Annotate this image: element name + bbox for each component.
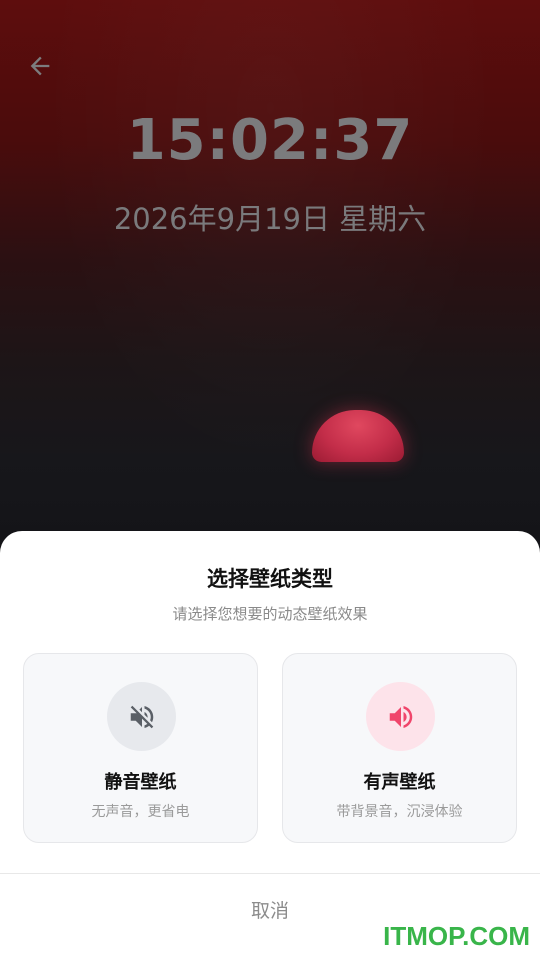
volume-mute-icon [130,705,153,728]
wallpaper-type-dialog: 选择壁纸类型 请选择您想要的动态壁纸效果 静音壁纸 无声音，更省电 有声壁纸 带… [0,531,540,960]
silent-option-label: 静音壁纸 [104,772,177,793]
clock-date: 2026年9月19日 星期六 [113,202,427,236]
clock-time: 15:02:37 [126,108,414,173]
silent-option-description: 无声音，更省电 [91,804,190,820]
sound-icon-badge [366,682,435,751]
silent-wallpaper-option[interactable]: 静音壁纸 无声音，更省电 [23,653,258,843]
back-button[interactable] [20,48,60,84]
dialog-subtitle: 请选择您想要的动态壁纸效果 [172,605,368,623]
sound-wallpaper-option[interactable]: 有声壁纸 带背景音，沉浸体验 [282,653,517,843]
sound-option-description: 带背景音，沉浸体验 [336,804,463,820]
silent-icon-badge [107,682,176,751]
wallpaper-glow [0,0,540,540]
site-watermark: ITMOP.COM [383,921,530,951]
sound-option-label: 有声壁纸 [363,772,436,793]
arrow-left-icon [30,56,50,76]
volume-up-icon [389,705,412,728]
dialog-title: 选择壁纸类型 [207,567,333,591]
